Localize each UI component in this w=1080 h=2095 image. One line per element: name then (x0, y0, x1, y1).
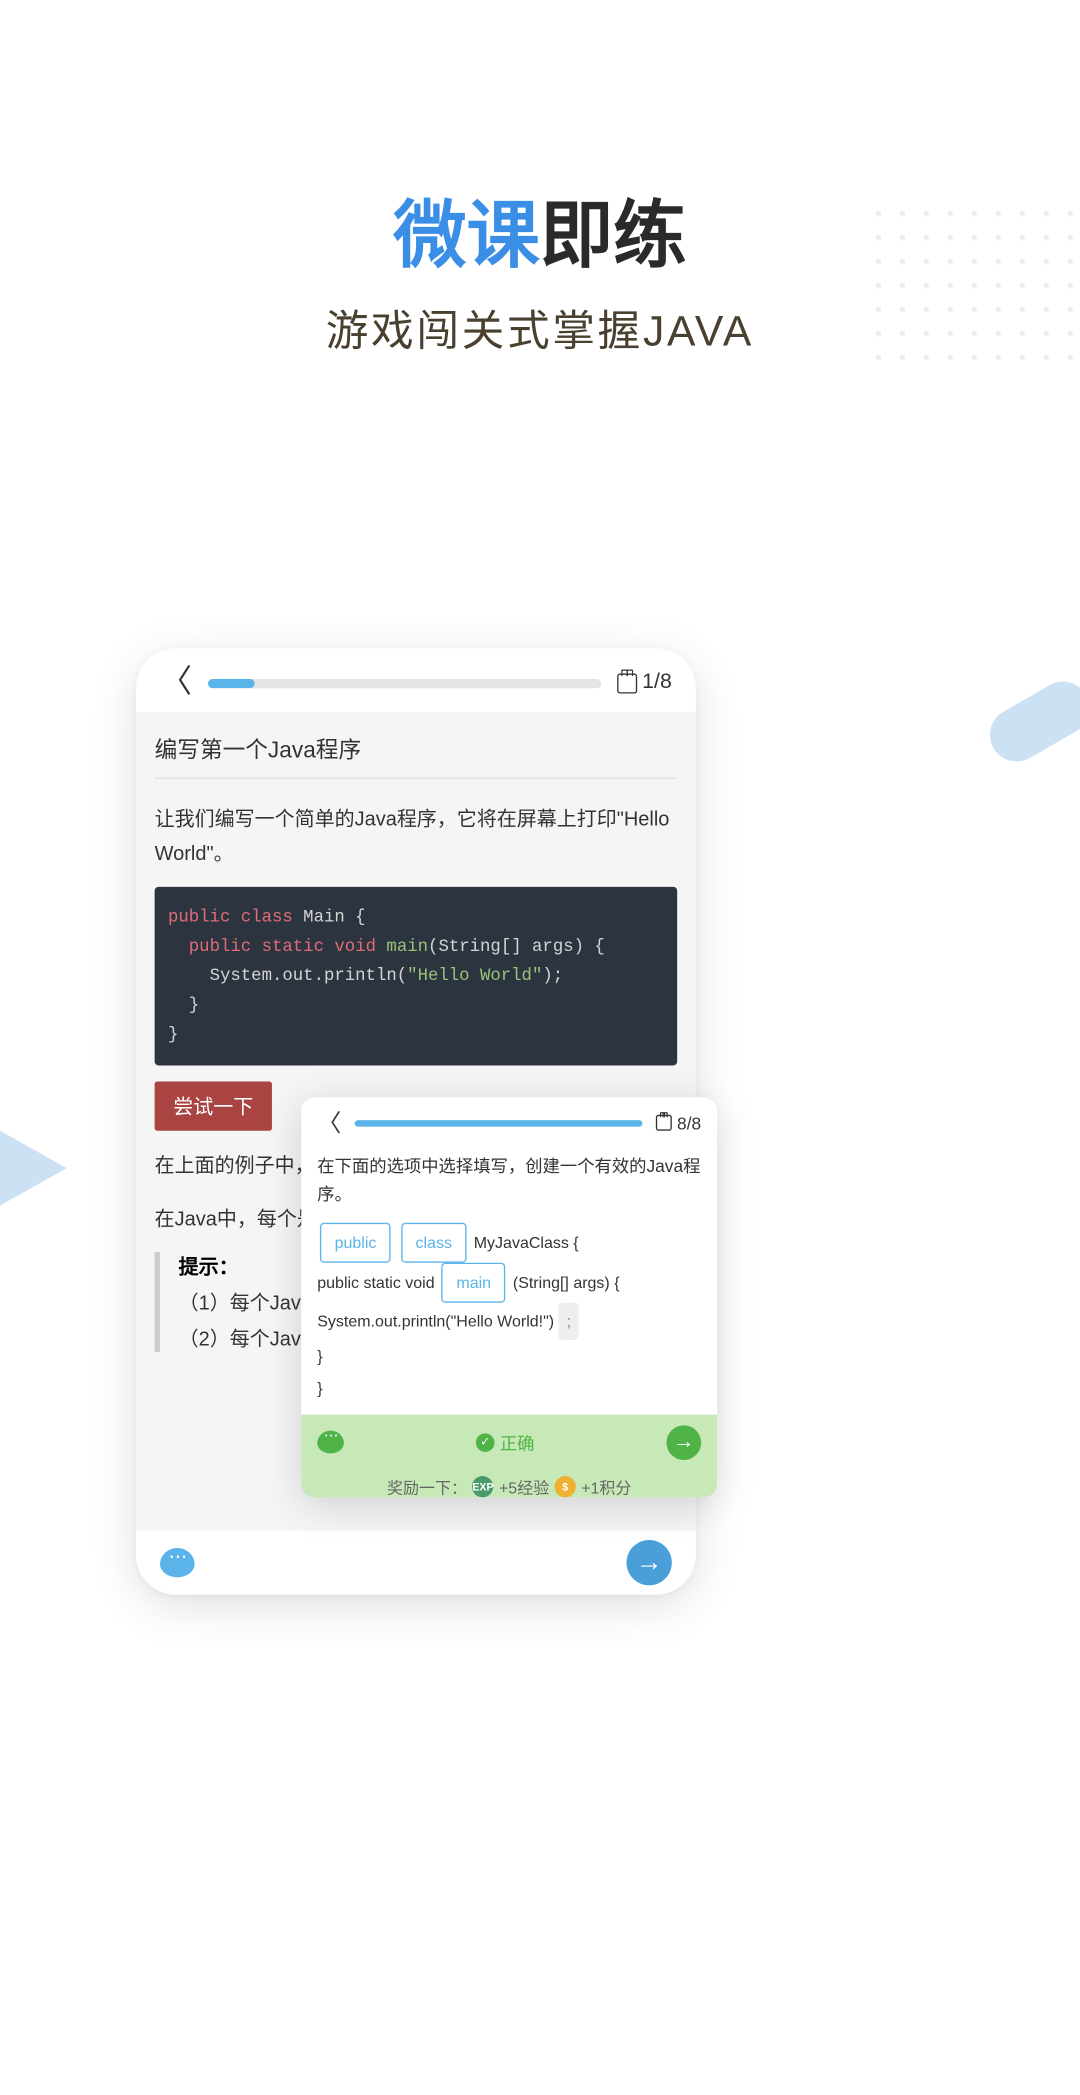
phone-mockup-overlay: 〈 8/8 在下面的选项中选择填写，创建一个有效的Java程序。 public … (301, 1097, 717, 1497)
code-text: Main { (293, 907, 366, 927)
decorative-dots (866, 202, 1079, 362)
code-string: "Hello World" (407, 966, 542, 986)
code-line: public static void main (String[] args) … (317, 1262, 701, 1302)
progress-bar (208, 678, 601, 687)
lesson-description: 让我们编写一个简单的Java程序，它将在屏幕上打印"Hello World"。 (155, 803, 678, 871)
page-count: 8/8 (677, 1113, 701, 1133)
phone-footer: → (136, 1531, 696, 1595)
chat-icon[interactable] (160, 1548, 195, 1577)
lesson-title: 编写第一个Java程序 (155, 731, 678, 779)
blank-chip[interactable]: public (320, 1222, 391, 1262)
correct-text: 正确 (500, 1429, 535, 1454)
code-keyword: class (241, 907, 293, 927)
overlay-header: 〈 8/8 (301, 1097, 717, 1148)
code-line: public class MyJavaClass { (317, 1222, 701, 1262)
blank-chip[interactable]: class (401, 1222, 467, 1262)
reward-prefix: 奖励一下： (387, 1475, 467, 1497)
fill-blank-code: public class MyJavaClass { public static… (317, 1222, 701, 1403)
next-button[interactable]: → (666, 1425, 701, 1460)
try-it-button[interactable]: 尝试一下 (155, 1082, 272, 1131)
result-row: ✓ 正确 → (317, 1425, 701, 1460)
page-count: 1/8 (642, 671, 672, 695)
correct-label: ✓ 正确 (476, 1429, 535, 1454)
next-button[interactable]: → (627, 1540, 672, 1585)
code-text: } (189, 995, 199, 1015)
code-text: ); (542, 966, 563, 986)
decorative-triangle (0, 1108, 67, 1228)
code-text: (String[] args) { (428, 936, 605, 956)
code-block: public class Main { public static void m… (155, 887, 678, 1066)
code-keyword: void (334, 936, 376, 956)
overlay-body: 在下面的选项中选择填写，创建一个有效的Java程序。 public class … (301, 1148, 717, 1414)
code-text: } (168, 1025, 178, 1045)
code-line: System.out.println("Hello World!") ; (317, 1302, 701, 1339)
back-icon[interactable]: 〈 (317, 1111, 341, 1135)
code-text: (String[] args) { (513, 1273, 620, 1292)
back-icon[interactable]: 〈 (160, 667, 192, 699)
code-line: } (317, 1371, 701, 1403)
calendar-icon (656, 1115, 672, 1131)
calendar-icon (617, 673, 637, 693)
code-keyword: public (168, 907, 230, 927)
page-indicator: 8/8 (656, 1113, 701, 1133)
check-icon: ✓ (476, 1433, 495, 1452)
coin-badge-icon: $ (555, 1476, 576, 1497)
code-keyword: public (189, 936, 251, 956)
progress-fill (208, 678, 255, 687)
blank-chip[interactable]: ; (559, 1302, 579, 1339)
page-indicator: 1/8 (617, 671, 672, 695)
progress-bar (355, 1119, 643, 1126)
exp-badge-icon: EXP (472, 1476, 493, 1497)
progress-fill (355, 1119, 643, 1126)
hero-accent-text: 微课 (393, 194, 540, 277)
code-text: public static void (317, 1273, 439, 1292)
chat-icon[interactable] (317, 1431, 344, 1454)
code-text: MyJavaClass { (474, 1233, 579, 1252)
blank-chip[interactable]: main (442, 1262, 506, 1302)
code-text: System.out.println("Hello World!") (317, 1312, 558, 1331)
phone-header: 〈 1/8 (136, 648, 696, 712)
decorative-pill (980, 672, 1080, 771)
coin-text: +1积分 (581, 1475, 631, 1497)
hero-rest-text: 即练 (540, 194, 687, 277)
question-text: 在下面的选项中选择填写，创建一个有效的Java程序。 (317, 1153, 701, 1208)
code-text: System.out.println( (210, 966, 408, 986)
exp-text: +5经验 (499, 1475, 549, 1497)
code-fn: main (386, 936, 428, 956)
reward-row: 奖励一下： EXP +5经验 $ +1积分 (317, 1475, 701, 1497)
result-panel: ✓ 正确 → 奖励一下： EXP +5经验 $ +1积分 (301, 1414, 717, 1497)
code-line: } (317, 1340, 701, 1372)
code-keyword: static (262, 936, 324, 956)
